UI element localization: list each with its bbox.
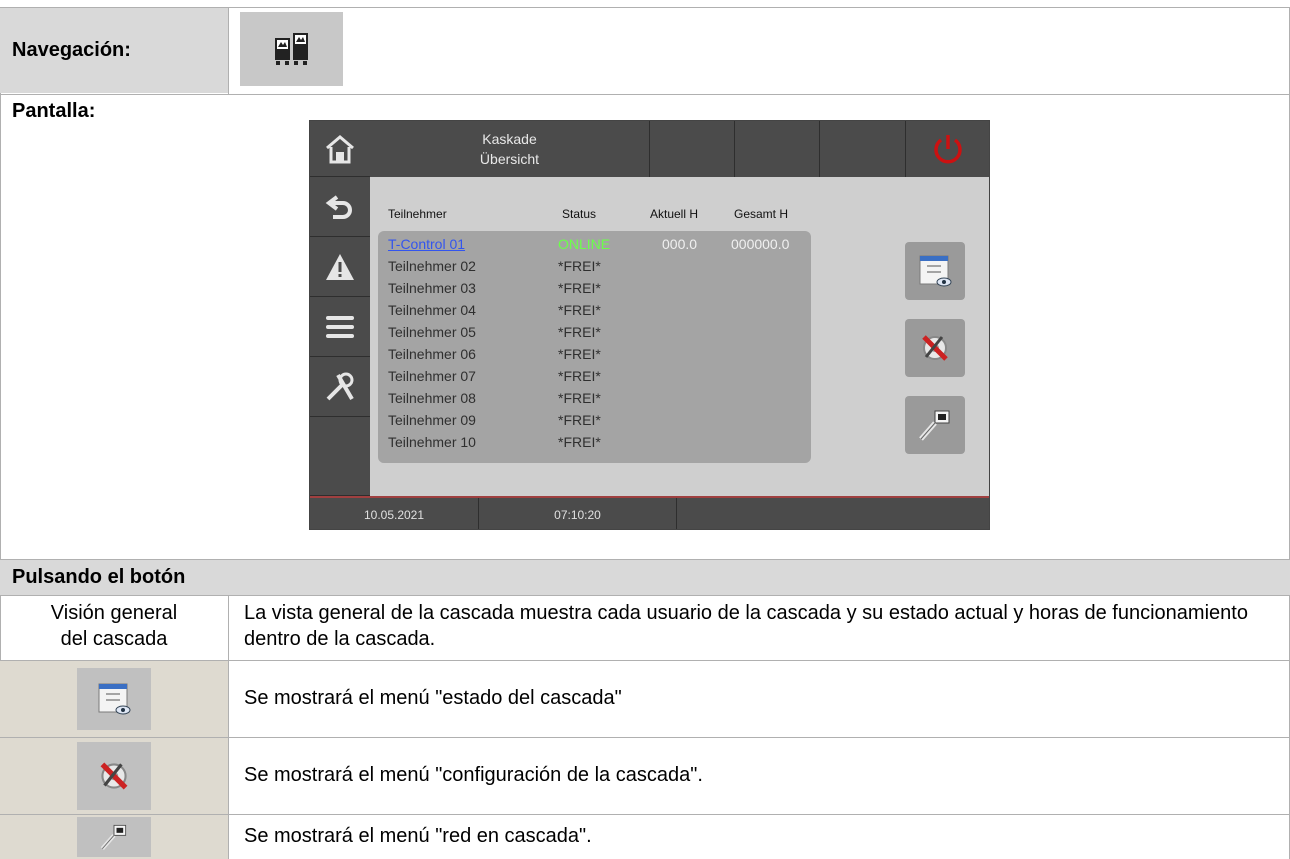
participant-status: *FREI* — [558, 280, 601, 296]
column-header-aktuell: Aktuell H — [650, 207, 699, 221]
top-bar-slot — [820, 121, 906, 177]
participant-name[interactable]: Teilnehmer 04 — [388, 302, 476, 324]
device-title-line2: Übersicht — [479, 151, 540, 167]
participant-status: *FREI* — [558, 412, 601, 428]
participant-name[interactable]: Teilnehmer 02 — [388, 258, 476, 280]
power-icon — [934, 135, 962, 164]
cascade-config-button[interactable] — [905, 319, 965, 377]
divider — [228, 7, 229, 94]
network-plug-icon — [100, 824, 127, 851]
cascade-status-button-image — [77, 668, 151, 730]
menu-button[interactable] — [310, 297, 370, 357]
cascade-nav-button[interactable] — [240, 12, 343, 86]
warning-icon — [326, 253, 354, 280]
device-footer: 10.05.2021 07:10:20 — [310, 496, 989, 529]
overview-description: La vista general de la cascada muestra c… — [244, 602, 1248, 650]
sidebar-empty — [310, 417, 370, 496]
cascade-network-button[interactable] — [905, 396, 965, 454]
navigation-label: Navegación: — [0, 8, 228, 93]
divider — [228, 595, 229, 859]
status-view-icon — [919, 255, 952, 287]
participant-name[interactable]: Teilnehmer 07 — [388, 368, 476, 390]
back-arrow-icon — [325, 194, 352, 219]
button-press-heading: Pulsando el botón — [0, 560, 1290, 595]
top-bar-slot — [735, 121, 820, 177]
network-menu-description: Se mostrará el menú "red en cascada". — [244, 825, 592, 847]
participant-name[interactable]: Teilnehmer 09 — [388, 412, 476, 434]
overview-label-line2: del cascada — [60, 628, 168, 650]
column-header-gesamt: Gesamt H — [734, 207, 789, 221]
participant-gesamt: 000000.0 — [731, 236, 790, 252]
config-menu-description: Se mostrará el menú "configuración de la… — [244, 764, 703, 786]
gear-wrench-icon — [100, 762, 128, 790]
tools-icon — [326, 372, 354, 400]
participant-status: *FREI* — [558, 302, 601, 318]
participant-status: *FREI* — [558, 258, 601, 274]
device-time: 07:10:20 — [479, 498, 677, 529]
participant-name[interactable]: Teilnehmer 06 — [388, 346, 476, 368]
overview-label-line1: Visión general — [50, 602, 178, 624]
menu-icon — [326, 315, 354, 338]
participant-status: *FREI* — [558, 390, 601, 406]
participant-name[interactable]: Teilnehmer 10 — [388, 434, 476, 456]
participant-aktuell: 000.0 — [662, 236, 698, 252]
participant-status: ONLINE — [558, 236, 611, 252]
participant-status: *FREI* — [558, 368, 601, 384]
cascade-status-button[interactable] — [905, 242, 965, 300]
cascade-network-button-image — [77, 817, 151, 857]
network-plug-icon — [919, 410, 950, 441]
participant-name[interactable]: Teilnehmer 05 — [388, 324, 476, 346]
participant-name[interactable]: Teilnehmer 03 — [388, 280, 476, 302]
home-button[interactable] — [310, 121, 370, 177]
gear-wrench-icon — [922, 335, 948, 361]
status-button-cell — [0, 661, 228, 737]
config-button-cell — [0, 738, 228, 814]
screen-label: Pantalla: — [12, 100, 96, 122]
participant-status: *FREI* — [558, 434, 601, 450]
warning-button[interactable] — [310, 237, 370, 297]
device-title: Kaskade Übersicht — [370, 121, 650, 177]
status-view-icon — [98, 683, 131, 715]
top-bar-slot — [650, 121, 735, 177]
participant-status: *FREI* — [558, 324, 601, 340]
divider — [0, 94, 1290, 95]
participant-status: *FREI* — [558, 346, 601, 362]
participant-name[interactable]: Teilnehmer 08 — [388, 390, 476, 412]
device-title-line1: Kaskade — [482, 131, 537, 147]
column-header-teilnehmer: Teilnehmer — [388, 207, 447, 221]
network-button-cell — [0, 815, 228, 859]
tools-button[interactable] — [310, 357, 370, 417]
back-button[interactable] — [310, 177, 370, 237]
overview-label-text: Visión general del cascada — [51, 600, 177, 652]
device-screen: Kaskade Übersicht Teilnehmer Status Aktu… — [309, 120, 990, 530]
power-button[interactable] — [906, 121, 989, 177]
participant-link[interactable]: T-Control 01 — [388, 236, 465, 258]
home-icon — [326, 134, 354, 163]
device-date: 10.05.2021 — [310, 498, 479, 529]
cascade-config-button-image — [77, 742, 151, 810]
status-menu-description: Se mostrará el menú "estado del cascada" — [244, 687, 622, 709]
overview-label: Visión general del cascada — [0, 596, 228, 656]
column-header-status: Status — [562, 207, 597, 221]
cascade-boilers-icon — [274, 33, 308, 65]
